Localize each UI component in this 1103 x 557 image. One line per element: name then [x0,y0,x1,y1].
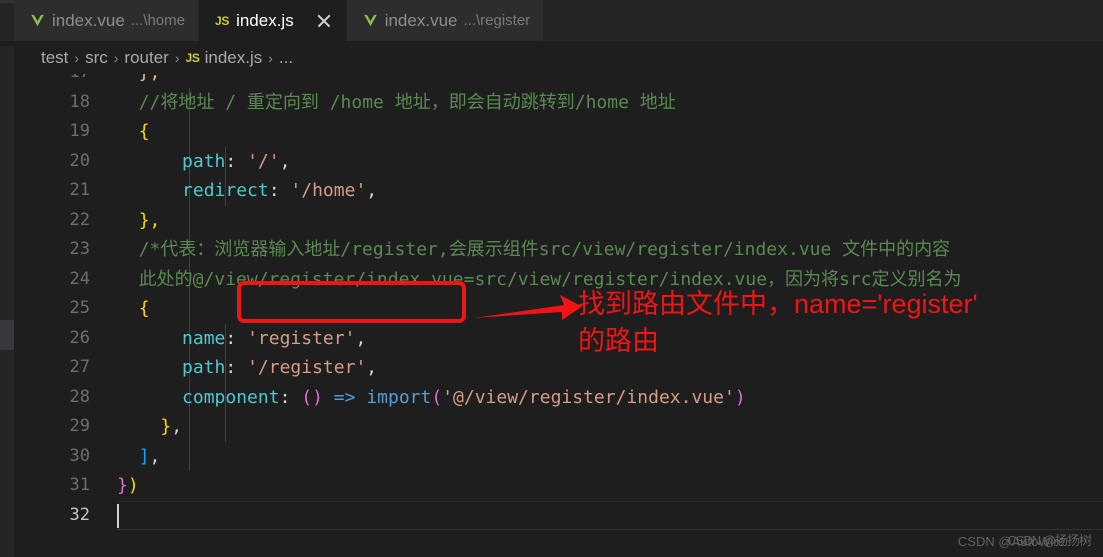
chevron-right-icon: › [268,49,273,66]
tab-label: index.js [236,10,294,30]
line-number: 28 [69,386,90,407]
tab-path: ...\home [130,12,185,29]
rail-gap [0,41,14,46]
breadcrumb-file-label: index.js [204,47,263,67]
js-icon: JS [214,13,230,28]
line-number: 27 [69,357,90,377]
tab-label: index.vue [52,10,125,30]
vscode-window: index.vue ...\home JS index.js index.vue… [0,0,1103,557]
watermark: CSDN @AutoWire CSDN @扬扬树 [941,531,1092,549]
table-row: 22 }, [14,205,1103,235]
tab-label: index.vue [384,10,458,30]
code-text: }) [117,475,139,496]
rail-top-band [0,0,14,3]
code-text: { [138,298,150,319]
breadcrumb-item-router[interactable]: router [124,48,168,68]
table-row-active: 32 [14,500,1103,531]
code-text: //将地址 / 重定向到 /home 地址，即会自动跳转到/home 地址 [138,91,676,113]
line-number: 29 [69,416,90,436]
code-text: name: 'register', [182,327,367,349]
editor-tab-bar: index.vue ...\home JS index.js index.vue… [14,0,1103,41]
table-row: 29 }, [14,412,1103,442]
table-row: 17 }, [14,74,1103,88]
vue-icon [30,13,45,28]
line-number: 18 [69,91,90,112]
line-number: 31 [69,475,90,495]
line-number: 23 [69,239,90,259]
tab-index-js[interactable]: JS index.js [198,0,347,41]
line-number: 30 [69,445,90,466]
line-number: 24 [69,268,90,289]
table-row: 19 { [14,117,1103,147]
code-text: }, [117,74,161,88]
code-text: /*代表：浏览器输入地址/register,会展示组件src/view/regi… [138,239,951,260]
chevron-right-icon: › [174,49,180,66]
table-row: 28 component: () => import('@/view/regis… [14,382,1103,412]
annotation-line-1: 找到路由文件中，name='register' [578,289,978,319]
chevron-right-icon: › [74,49,80,66]
breadcrumb: test › src › router › JS index.js › ... [14,41,1103,74]
tab-index-vue-register[interactable]: index.vue ...\register [346,0,545,41]
line-number: 19 [69,121,90,141]
text-caret [117,503,119,528]
code-text: { [138,121,150,142]
table-row: 18 //将地址 / 重定向到 /home 地址，即会自动跳转到/home 地址 [14,87,1103,117]
rail-active-indicator[interactable] [0,320,14,350]
breadcrumb-item-symbol[interactable]: ... [279,48,293,68]
code-text: ], [138,445,161,467]
table-row: 23 /*代表：浏览器输入地址/register,会展示组件src/view/r… [14,235,1103,265]
activity-rail[interactable] [0,0,14,557]
watermark-text-b: CSDN @扬扬树 [1007,533,1092,548]
chevron-right-icon: › [113,49,119,66]
annotation-text: 找到路由文件中，name='register' 的路由 [578,286,1103,360]
line-number: 26 [69,327,90,348]
vue-icon [363,13,378,28]
line-number: 20 [69,150,90,171]
breadcrumb-item-test[interactable]: test [41,48,68,68]
tab-path: ...\register [463,12,531,29]
table-row: 20 path: '/', [14,146,1103,176]
code-text: path: '/', [182,150,291,172]
line-number: 32 [69,504,90,525]
code-text: }, [160,416,183,437]
table-row: 21 redirect: '/home', [14,176,1103,206]
code-text: redirect: '/home', [182,180,378,201]
tab-index-vue-home[interactable]: index.vue ...\home [14,0,199,41]
breadcrumb-item-file[interactable]: JS index.js [186,48,263,68]
annotation-line-2: 的路由 [578,326,659,356]
line-number: 22 [69,209,90,230]
annotation-arrow-icon [472,291,584,332]
line-number: 17 [14,74,90,88]
table-row: 31 }) [14,471,1103,501]
code-text: component: () => import('@/view/register… [182,386,746,408]
js-icon: JS [185,50,200,65]
code-text: }, [138,209,161,231]
tab-bar-filler [544,0,1103,41]
breadcrumb-item-src[interactable]: src [85,48,108,68]
close-icon[interactable] [315,12,333,30]
line-number: 21 [69,180,90,200]
code-text: path: '/register', [182,357,378,378]
table-row: 30 ], [14,441,1103,471]
line-number: 25 [69,298,90,318]
